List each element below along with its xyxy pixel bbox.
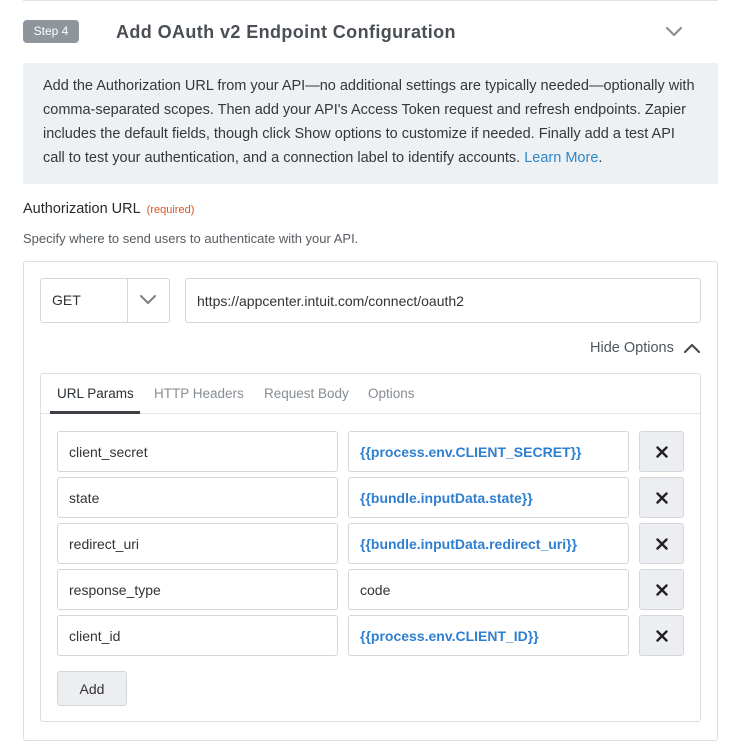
tab-options[interactable]: Options [368, 386, 415, 401]
chevron-down-icon[interactable] [137, 291, 159, 309]
close-icon [655, 445, 668, 458]
authorization-url-help: Specify where to send users to authentic… [23, 231, 359, 246]
remove-param-button[interactable] [639, 431, 684, 472]
intro-period: . [598, 150, 603, 166]
hide-options-toggle[interactable]: Hide Options [590, 338, 702, 358]
authorization-url-label: Authorization URL (required) [23, 201, 194, 217]
remove-param-button[interactable] [639, 477, 684, 518]
tab-http-headers[interactable]: HTTP Headers [154, 386, 244, 401]
step-title: Add OAuth v2 Endpoint Configuration [116, 22, 456, 42]
intro-box: Add the Authorization URL from your API—… [23, 63, 718, 184]
remove-param-button[interactable] [639, 569, 684, 610]
param-key-input[interactable] [57, 615, 338, 656]
chevron-down-icon[interactable] [662, 22, 686, 42]
param-value-input[interactable] [348, 615, 629, 656]
param-value-input[interactable] [348, 569, 629, 610]
hide-options-label: Hide Options [590, 340, 674, 356]
close-icon [655, 583, 668, 596]
top-divider [23, 0, 718, 1]
tab-request-body[interactable]: Request Body [264, 386, 349, 401]
required-indicator: (required) [146, 204, 195, 216]
param-value-input[interactable] [348, 477, 629, 518]
param-key-input[interactable] [57, 431, 338, 472]
param-value-input[interactable] [348, 431, 629, 472]
close-icon [655, 491, 668, 504]
add-param-button[interactable]: Add [57, 671, 127, 706]
tab-url-params[interactable]: URL Params [57, 386, 134, 401]
param-key-input[interactable] [57, 523, 338, 564]
param-value-input[interactable] [348, 523, 629, 564]
method-divider [127, 279, 128, 322]
param-key-input[interactable] [57, 477, 338, 518]
param-key-input[interactable] [57, 569, 338, 610]
close-icon [655, 629, 668, 642]
learn-more-link[interactable]: Learn More [524, 150, 598, 166]
close-icon [655, 537, 668, 550]
chevron-up-icon [683, 343, 700, 354]
http-method-select[interactable]: GET [40, 278, 170, 323]
step-badge: Step 4 [23, 20, 79, 43]
authorization-url-input[interactable] [185, 278, 701, 323]
authorization-url-label-text: Authorization URL [23, 201, 141, 217]
remove-param-button[interactable] [639, 615, 684, 656]
http-method-value: GET [52, 292, 81, 308]
active-tab-indicator [50, 411, 140, 414]
remove-param-button[interactable] [639, 523, 684, 564]
